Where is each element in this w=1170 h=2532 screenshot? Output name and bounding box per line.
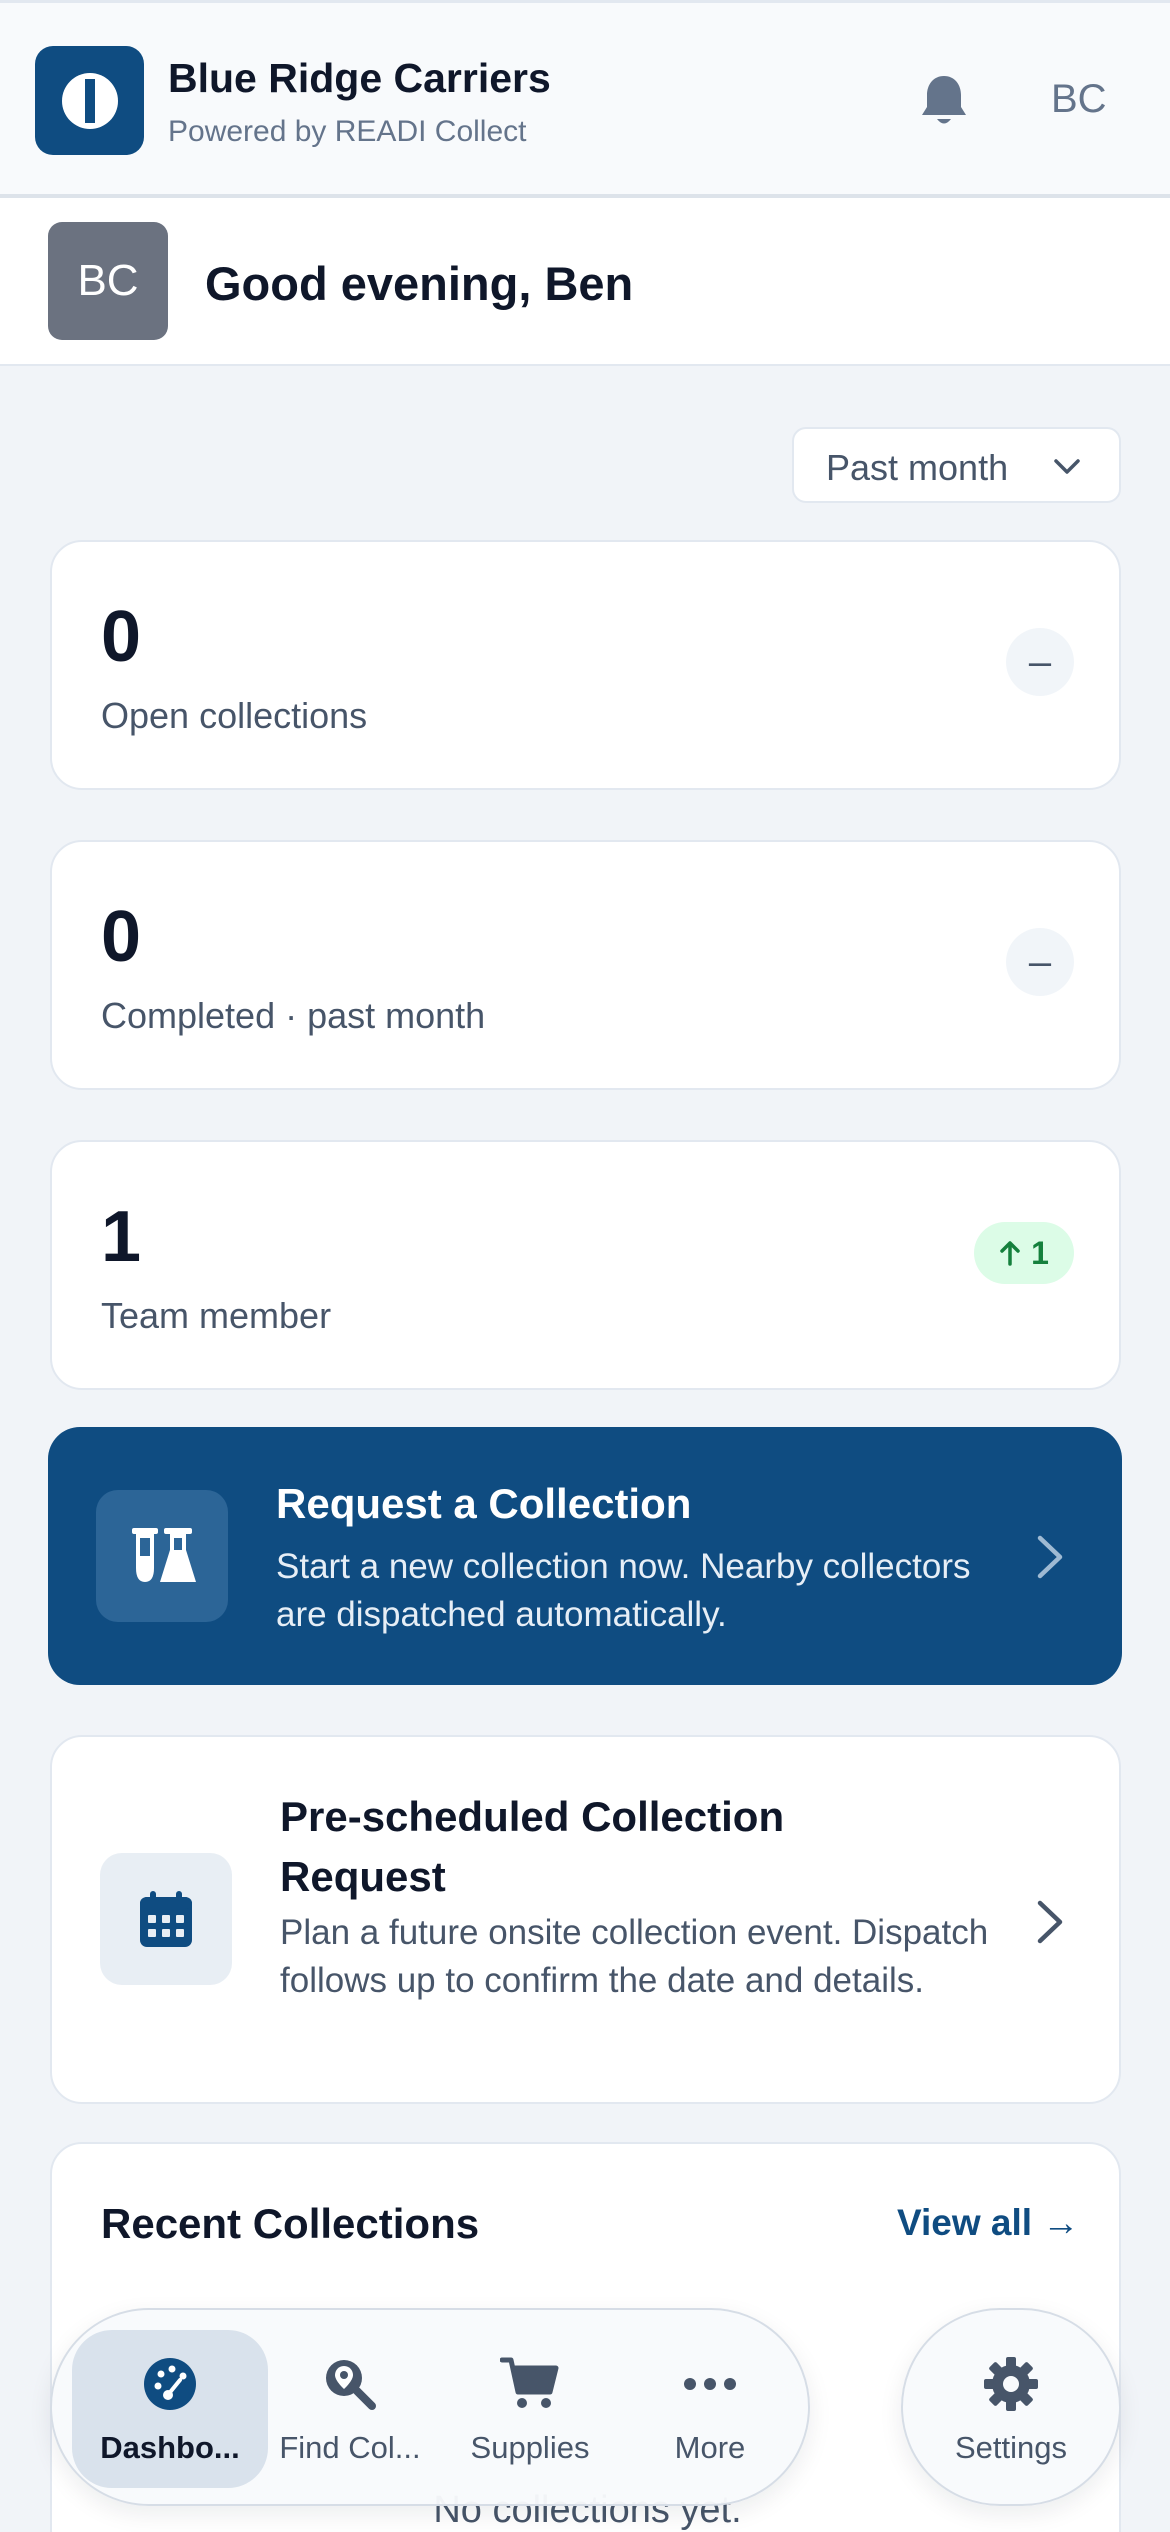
nav-label: Dashbo... <box>100 2430 240 2465</box>
nav-item-find-collectors[interactable]: Find Col... <box>252 2330 448 2488</box>
nav-label: Supplies <box>470 2430 590 2465</box>
nav-item-supplies[interactable]: Supplies <box>432 2330 628 2488</box>
stat-label: Completed · past month <box>101 995 486 1036</box>
stat-value: 0 <box>101 597 142 677</box>
nav-item-more[interactable]: More <box>612 2330 808 2488</box>
app-name: Blue Ridge Carriers <box>168 55 551 101</box>
chevron-down-icon <box>1054 459 1080 474</box>
stat-label: Team member <box>101 1295 332 1336</box>
map-search-icon <box>252 2354 448 2414</box>
prescheduled-collection-card[interactable]: Pre-scheduled Collection Request Plan a … <box>50 1735 1121 2104</box>
stat-card-team-members[interactable]: 1 Team member 1 <box>50 1140 1121 1390</box>
brand-logo-icon <box>35 46 144 155</box>
bottom-nav: Dashbo... Find Col... Supplies More <box>50 2308 810 2506</box>
dashboard-gauge-icon <box>72 2354 268 2414</box>
arrow-up-icon <box>1000 1241 1020 1266</box>
app-header: Blue Ridge Carriers Powered by READI Col… <box>0 0 1170 198</box>
trend-neutral-badge: – <box>1006 628 1074 696</box>
notifications-bell-icon[interactable] <box>916 69 972 133</box>
period-dropdown-label: Past month <box>826 447 1009 488</box>
calendar-icon <box>100 1853 232 1985</box>
prescheduled-title: Pre-scheduled Collection Request <box>280 1793 785 1900</box>
greeting-text: Good evening, Ben <box>205 257 634 310</box>
period-dropdown[interactable]: Past month <box>792 427 1121 503</box>
chevron-right-icon <box>1037 1900 1063 1944</box>
avatar[interactable]: BC <box>48 222 168 340</box>
nav-item-dashboard[interactable]: Dashbo... <box>72 2330 268 2488</box>
request-collection-title: Request a Collection <box>276 1480 692 1527</box>
stat-card-open-collections[interactable]: 0 Open collections – <box>50 540 1121 790</box>
request-collection-description: Start a new collection now. Nearby colle… <box>276 1547 971 1634</box>
stat-label: Open collections <box>101 695 368 736</box>
stat-card-completed[interactable]: 0 Completed · past month – <box>50 840 1121 1090</box>
user-initials-button[interactable]: BC <box>1051 77 1107 122</box>
recent-collections-title: Recent Collections <box>101 2200 480 2247</box>
view-all-link[interactable]: View all → <box>897 2202 1079 2244</box>
powered-by-text: Powered by READI Collect <box>168 115 527 148</box>
nav-label: More <box>674 2430 746 2465</box>
gear-icon <box>903 2354 1119 2414</box>
chevron-right-icon <box>1037 1535 1063 1579</box>
trend-up-badge: 1 <box>974 1222 1074 1284</box>
nav-label: Settings <box>954 2430 1067 2465</box>
greeting-bar: BC Good evening, Ben <box>0 198 1170 366</box>
trend-neutral-badge: – <box>1006 928 1074 996</box>
nav-label: Find Col... <box>279 2430 421 2465</box>
stat-value: 1 <box>101 1197 142 1277</box>
dashboard-screen: Blue Ridge Carriers Powered by READI Col… <box>0 0 1170 2532</box>
stat-value: 0 <box>101 897 142 977</box>
cart-icon <box>432 2354 628 2414</box>
settings-button[interactable]: Settings <box>901 2308 1121 2506</box>
lab-flask-icon <box>96 1490 228 1622</box>
trend-up-value: 1 <box>1031 1234 1049 1271</box>
prescheduled-description: Plan a future onsite collection event. D… <box>280 1913 989 2000</box>
more-dots-icon <box>612 2354 808 2414</box>
request-collection-card[interactable]: Request a Collection Start a new collect… <box>48 1427 1122 1685</box>
